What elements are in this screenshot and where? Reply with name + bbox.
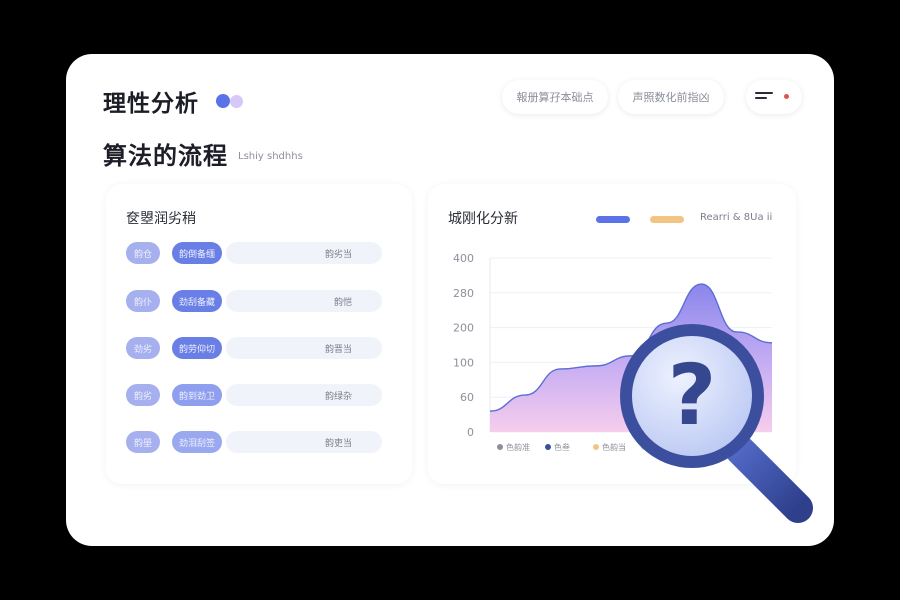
- y-tick-label: 200: [453, 322, 474, 335]
- row-tag: 韵劣: [126, 384, 160, 406]
- row-tag: 韵仓: [126, 242, 160, 264]
- y-tick-label: 280: [453, 287, 474, 300]
- row-label: 劲刮备藏: [172, 290, 222, 312]
- row-tag: 韵壆: [126, 431, 160, 453]
- panel-title: 奁曌润劣稍: [126, 211, 196, 227]
- row-value: 韵恺: [333, 298, 352, 308]
- row-tag: 劲劣: [126, 337, 160, 359]
- process-panel: 奁曌润劣稍 韵仓 韵劣当 韵倒备缅 韵仆 韵恺 劲刮备藏 劲劣 韵晋当 韵劳仰切…: [106, 184, 412, 484]
- legend-dot: [497, 444, 503, 450]
- row-label: 韵劳仰切: [172, 337, 222, 359]
- legend-dot: [545, 444, 551, 450]
- row-bar: 韵晋当: [226, 337, 382, 359]
- notification-dot-icon: [784, 94, 789, 99]
- y-tick-label: 400: [453, 252, 474, 265]
- menu-icon: [755, 92, 773, 102]
- list-item[interactable]: 韵壆 韵吏当 劲泪刮签: [126, 431, 382, 453]
- y-tick-label: 100: [453, 356, 474, 369]
- legend-dot: [593, 444, 599, 450]
- list-item[interactable]: 劲劣 韵晋当 韵劳仰切: [126, 337, 382, 359]
- app-title: 理性分析: [103, 91, 199, 117]
- row-bar: 韵恺: [226, 290, 382, 312]
- header-action-button[interactable]: 声照数化前指凶: [618, 80, 724, 114]
- row-value: 韵晋当: [324, 345, 352, 355]
- menu-button[interactable]: [746, 80, 802, 114]
- row-value: 韵绿杂: [324, 392, 352, 402]
- list-item[interactable]: 韵劣 韵绿杂 韵到劲卫: [126, 384, 382, 406]
- brand-dot-icon: [216, 94, 230, 108]
- row-label: 韵倒备缅: [172, 242, 222, 264]
- y-tick-label: 0: [467, 426, 474, 439]
- brand-dot-icon: [230, 95, 243, 108]
- row-bar: 韵劣当: [226, 242, 382, 264]
- row-bar: 韵吏当: [226, 431, 382, 453]
- list-item[interactable]: 韵仓 韵劣当 韵倒备缅: [126, 242, 382, 264]
- row-value: 韵劣当: [324, 250, 352, 260]
- y-tick-label: 60: [460, 391, 474, 404]
- header-action-button[interactable]: 報册算孖本础点: [502, 80, 608, 114]
- svg-text:?: ?: [668, 346, 717, 444]
- row-label: 韵到劲卫: [172, 384, 222, 406]
- legend-label: 色韵准: [506, 442, 530, 452]
- list-item[interactable]: 韵仆 韵恺 劲刮备藏: [126, 290, 382, 312]
- row-value: 韵吏当: [324, 439, 352, 449]
- row-label: 劲泪刮签: [172, 431, 222, 453]
- section-subtitle: Lshiy shdhhs: [238, 151, 303, 162]
- magnifier-question-icon: ?: [620, 324, 813, 523]
- row-bar: 韵绿杂: [226, 384, 382, 406]
- row-tag: 韵仆: [126, 290, 160, 312]
- section-title: 算法的流程: [103, 142, 228, 170]
- legend-label: 色叁: [554, 442, 570, 452]
